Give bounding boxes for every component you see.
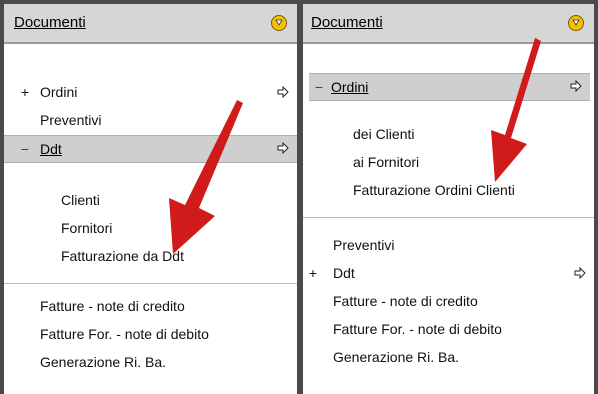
submenu-item-label: dei Clienti [353,126,415,142]
right-arrow-icon [277,86,289,98]
expand-plus: + [20,84,30,100]
menu-item-preventivi[interactable]: Preventivi [4,108,297,132]
menu-item-label: Fatture - note di credito [40,298,185,314]
menu-item-label: Generazione Ri. Ba. [40,354,167,370]
menu-item-label: Ordini [331,79,369,95]
menu-item-label: Preventivi [40,112,102,128]
menu-item-label: Ordini [40,84,78,100]
menu-item-fatture-debito[interactable]: Fatture For. - note di debito [303,317,594,341]
right-arrow-icon [277,142,289,154]
right-menu-panel: Documenti − Ordini dei Clienti ai Fornit… [300,0,598,394]
collapse-circle-icon[interactable] [568,15,584,31]
submenu-item-label: Clienti [61,192,100,208]
collapse-minus: − [314,79,324,95]
menu-item-label: Ddt [333,265,355,281]
menu-item-fatture-credito[interactable]: Fatture - note di credito [303,289,594,313]
menu-header[interactable]: Documenti [4,4,297,44]
menu-item-preventivi[interactable]: Preventivi [303,233,594,257]
menu-item-label: Preventivi [333,237,395,253]
expand-plus: + [308,265,318,281]
header-title[interactable]: Documenti [311,14,383,31]
menu-item-fatture-debito[interactable]: Fatture For. - note di debito [4,322,297,346]
menu-item-label: Fatture For. - note di debito [40,326,209,342]
collapse-circle-icon[interactable] [271,15,287,31]
menu-item-ddt[interactable]: − Ddt [4,135,297,163]
annotation-arrow-icon [169,100,243,254]
submenu-item-fatturazione-ddt[interactable]: Fatturazione da Ddt [4,244,297,268]
menu-item-fatture-credito[interactable]: Fatture - note di credito [4,294,297,318]
left-menu-panel: Documenti + Ordini Preventivi − Ddt Clie… [0,0,300,394]
annotation-arrow-icon [491,38,541,182]
divider [303,217,594,218]
menu-item-label: Fatture - note di credito [333,293,478,309]
menu-item-label: Ddt [40,141,62,157]
right-arrow-icon [570,80,582,92]
menu-item-generazione-riba[interactable]: Generazione Ri. Ba. [303,345,594,369]
collapse-minus: − [20,141,30,157]
menu-item-label: Generazione Ri. Ba. [333,349,460,365]
header-title[interactable]: Documenti [14,14,86,31]
menu-item-label: Fatture For. - note di debito [333,321,502,337]
menu-item-generazione-riba[interactable]: Generazione Ri. Ba. [4,350,297,374]
menu-item-ddt[interactable]: + Ddt [303,261,594,285]
menu-item-ordini[interactable]: + Ordini [4,80,297,104]
submenu-item-clienti[interactable]: Clienti [4,188,297,212]
divider [4,283,297,284]
submenu-item-label: ai Fornitori [353,154,420,170]
submenu-item-label: Fornitori [61,220,113,236]
submenu-item-fornitori[interactable]: Fornitori [4,216,297,240]
right-arrow-icon [574,267,586,279]
